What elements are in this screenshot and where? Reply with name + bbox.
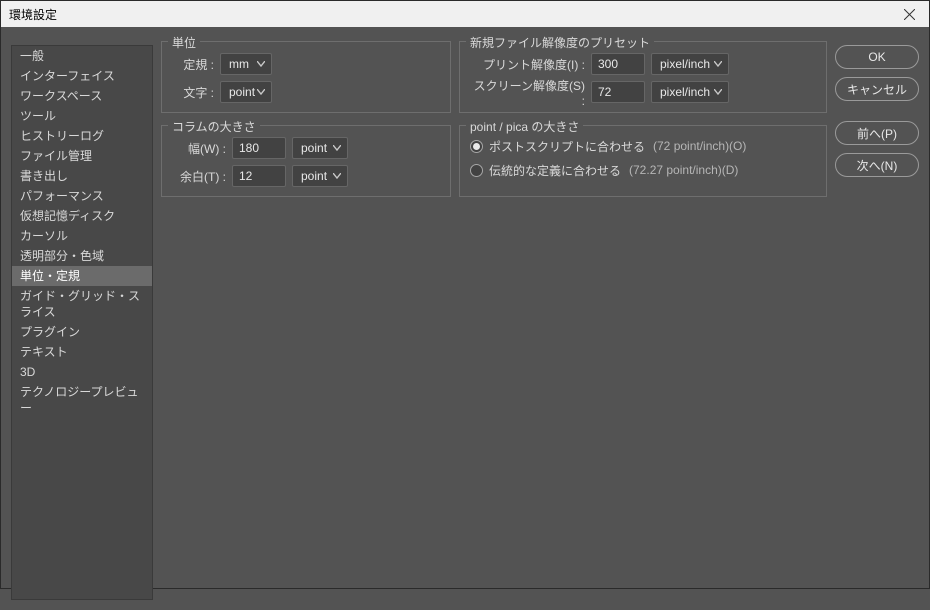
sidebar-item-3d[interactable]: 3D <box>12 362 152 382</box>
screen-res-row: スクリーン解像度(S) : pixel/inch <box>470 78 816 106</box>
chevron-down-icon <box>714 89 722 95</box>
right-buttons: OK キャンセル 前へ(P) 次へ(N) <box>835 35 919 600</box>
sidebar-item-cursors[interactable]: カーソル <box>12 226 152 246</box>
print-res-row: プリント解像度(I) : pixel/inch <box>470 50 816 78</box>
ruler-label: 定規 : <box>176 56 214 73</box>
ruler-value: mm <box>229 57 249 71</box>
postscript-sub: (72 point/inch)(O) <box>653 139 746 153</box>
print-res-input[interactable] <box>591 53 645 75</box>
row-2: コラムの大きさ 幅(W) : point 余白(T) : point <box>161 119 827 197</box>
sidebar-item-performance[interactable]: パフォーマンス <box>12 186 152 206</box>
col-gutter-unit-value: point <box>301 169 327 183</box>
prev-button[interactable]: 前へ(P) <box>835 121 919 145</box>
fieldset-pointpica: point / pica の大きさ ポストスクリプトに合わせる (72 poin… <box>459 125 827 197</box>
sidebar-item-techpreview[interactable]: テクノロジープレビュー <box>12 382 152 418</box>
postscript-radio-row[interactable]: ポストスクリプトに合わせる (72 point/inch)(O) <box>470 134 816 158</box>
fieldset-preset: 新規ファイル解像度のプリセット プリント解像度(I) : pixel/inch … <box>459 41 827 113</box>
traditional-radio-row[interactable]: 伝統的な定義に合わせる (72.27 point/inch)(D) <box>470 158 816 182</box>
close-button[interactable] <box>889 1 929 27</box>
dialog-title: 環境設定 <box>9 6 57 23</box>
type-select[interactable]: point <box>220 81 272 103</box>
col-gutter-unit-select[interactable]: point <box>292 165 348 187</box>
ok-button[interactable]: OK <box>835 45 919 69</box>
col-width-row: 幅(W) : point <box>176 134 440 162</box>
chevron-down-icon <box>333 145 341 151</box>
traditional-label: 伝統的な定義に合わせる <box>489 162 621 179</box>
chevron-down-icon <box>257 61 265 67</box>
chevron-down-icon <box>714 61 722 67</box>
print-unit-value: pixel/inch <box>660 57 710 71</box>
type-label: 文字 : <box>176 84 214 101</box>
preferences-dialog: 環境設定 一般 インターフェイス ワークスペース ツール ヒストリーログ ファイ… <box>0 0 930 589</box>
fieldset-column: コラムの大きさ 幅(W) : point 余白(T) : point <box>161 125 451 197</box>
sidebar-item-workspace[interactable]: ワークスペース <box>12 86 152 106</box>
sidebar-item-tools[interactable]: ツール <box>12 106 152 126</box>
type-row: 文字 : point <box>176 78 440 106</box>
traditional-radio[interactable] <box>470 164 483 177</box>
close-icon <box>904 9 915 20</box>
sidebar-item-filehandling[interactable]: ファイル管理 <box>12 146 152 166</box>
screen-res-label: スクリーン解像度(S) : <box>470 77 585 108</box>
pointpica-legend: point / pica の大きさ <box>466 118 583 135</box>
sidebar-item-general[interactable]: 一般 <box>12 46 152 66</box>
content-area: 一般 インターフェイス ワークスペース ツール ヒストリーログ ファイル管理 書… <box>1 27 929 610</box>
cancel-button[interactable]: キャンセル <box>835 77 919 101</box>
screen-unit-select[interactable]: pixel/inch <box>651 81 729 103</box>
sidebar-item-plugins[interactable]: プラグイン <box>12 322 152 342</box>
chevron-down-icon <box>257 89 265 95</box>
titlebar: 環境設定 <box>1 1 929 27</box>
ruler-row: 定規 : mm <box>176 50 440 78</box>
fieldset-units: 単位 定規 : mm 文字 : point <box>161 41 451 113</box>
col-width-unit-select[interactable]: point <box>292 137 348 159</box>
sidebar-item-guides-grid[interactable]: ガイド・グリッド・スライス <box>12 286 152 322</box>
main-panel: 単位 定規 : mm 文字 : point <box>153 35 835 600</box>
postscript-radio[interactable] <box>470 140 483 153</box>
next-button[interactable]: 次へ(N) <box>835 153 919 177</box>
units-legend: 単位 <box>168 34 200 51</box>
col-gutter-row: 余白(T) : point <box>176 162 440 190</box>
sidebar-item-export[interactable]: 書き出し <box>12 166 152 186</box>
sidebar: 一般 インターフェイス ワークスペース ツール ヒストリーログ ファイル管理 書… <box>11 45 153 600</box>
ruler-select[interactable]: mm <box>220 53 272 75</box>
row-1: 単位 定規 : mm 文字 : point <box>161 35 827 113</box>
screen-res-input[interactable] <box>591 81 645 103</box>
col-width-label: 幅(W) : <box>176 140 226 157</box>
col-gutter-label: 余白(T) : <box>176 168 226 185</box>
chevron-down-icon <box>333 173 341 179</box>
sidebar-item-interface[interactable]: インターフェイス <box>12 66 152 86</box>
traditional-sub: (72.27 point/inch)(D) <box>629 163 738 177</box>
print-res-label: プリント解像度(I) : <box>470 56 585 73</box>
preset-legend: 新規ファイル解像度のプリセット <box>466 34 654 51</box>
print-unit-select[interactable]: pixel/inch <box>651 53 729 75</box>
sidebar-item-scratchdisks[interactable]: 仮想記憶ディスク <box>12 206 152 226</box>
sidebar-item-type[interactable]: テキスト <box>12 342 152 362</box>
sidebar-item-units-rulers[interactable]: 単位・定規 <box>12 266 152 286</box>
screen-unit-value: pixel/inch <box>660 85 710 99</box>
col-width-unit-value: point <box>301 141 327 155</box>
type-value: point <box>229 85 255 99</box>
col-width-input[interactable] <box>232 137 286 159</box>
col-gutter-input[interactable] <box>232 165 286 187</box>
sidebar-item-historylog[interactable]: ヒストリーログ <box>12 126 152 146</box>
sidebar-item-transparency[interactable]: 透明部分・色域 <box>12 246 152 266</box>
postscript-label: ポストスクリプトに合わせる <box>489 138 645 155</box>
column-legend: コラムの大きさ <box>168 118 260 135</box>
